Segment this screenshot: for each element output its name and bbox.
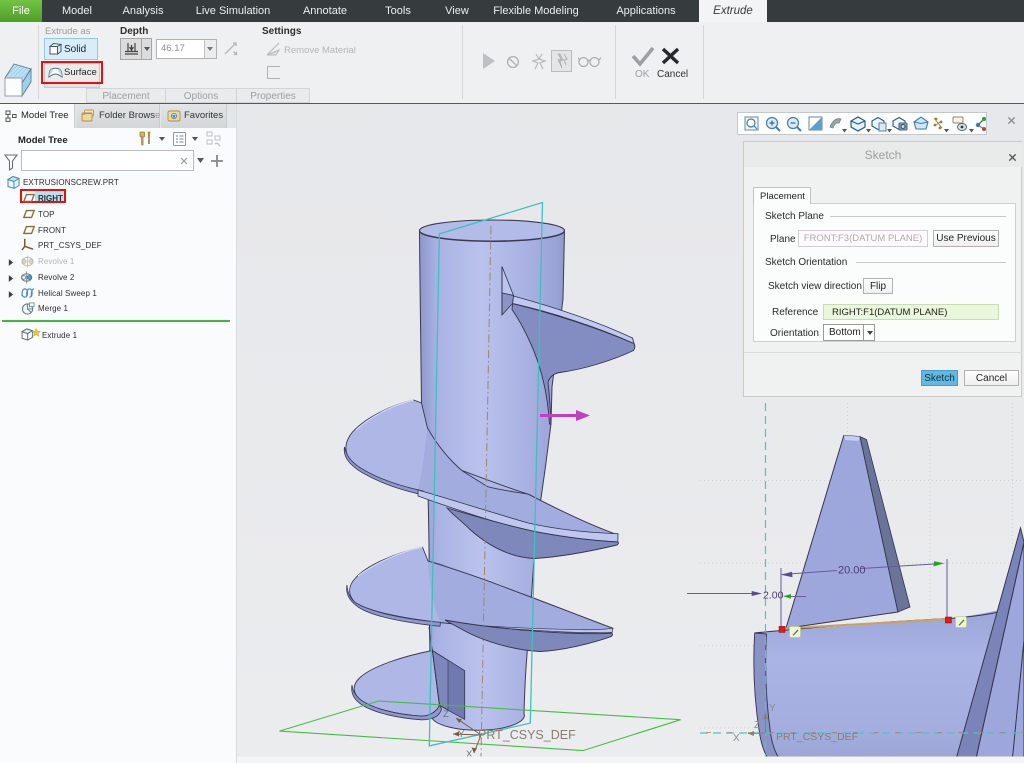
svg-text:Y: Y bbox=[769, 703, 776, 714]
svg-text:Z: Z bbox=[443, 709, 449, 720]
svg-text:2.00: 2.00 bbox=[763, 590, 784, 602]
svg-text:PRT_CSYS_DEF: PRT_CSYS_DEF bbox=[478, 728, 576, 742]
svg-text:X: X bbox=[733, 733, 740, 744]
svg-text:Y: Y bbox=[458, 729, 465, 740]
svg-text:PRT_CSYS_DEF: PRT_CSYS_DEF bbox=[776, 731, 858, 743]
svg-text:Z: Z bbox=[754, 720, 760, 731]
svg-text:20.00: 20.00 bbox=[838, 565, 866, 577]
